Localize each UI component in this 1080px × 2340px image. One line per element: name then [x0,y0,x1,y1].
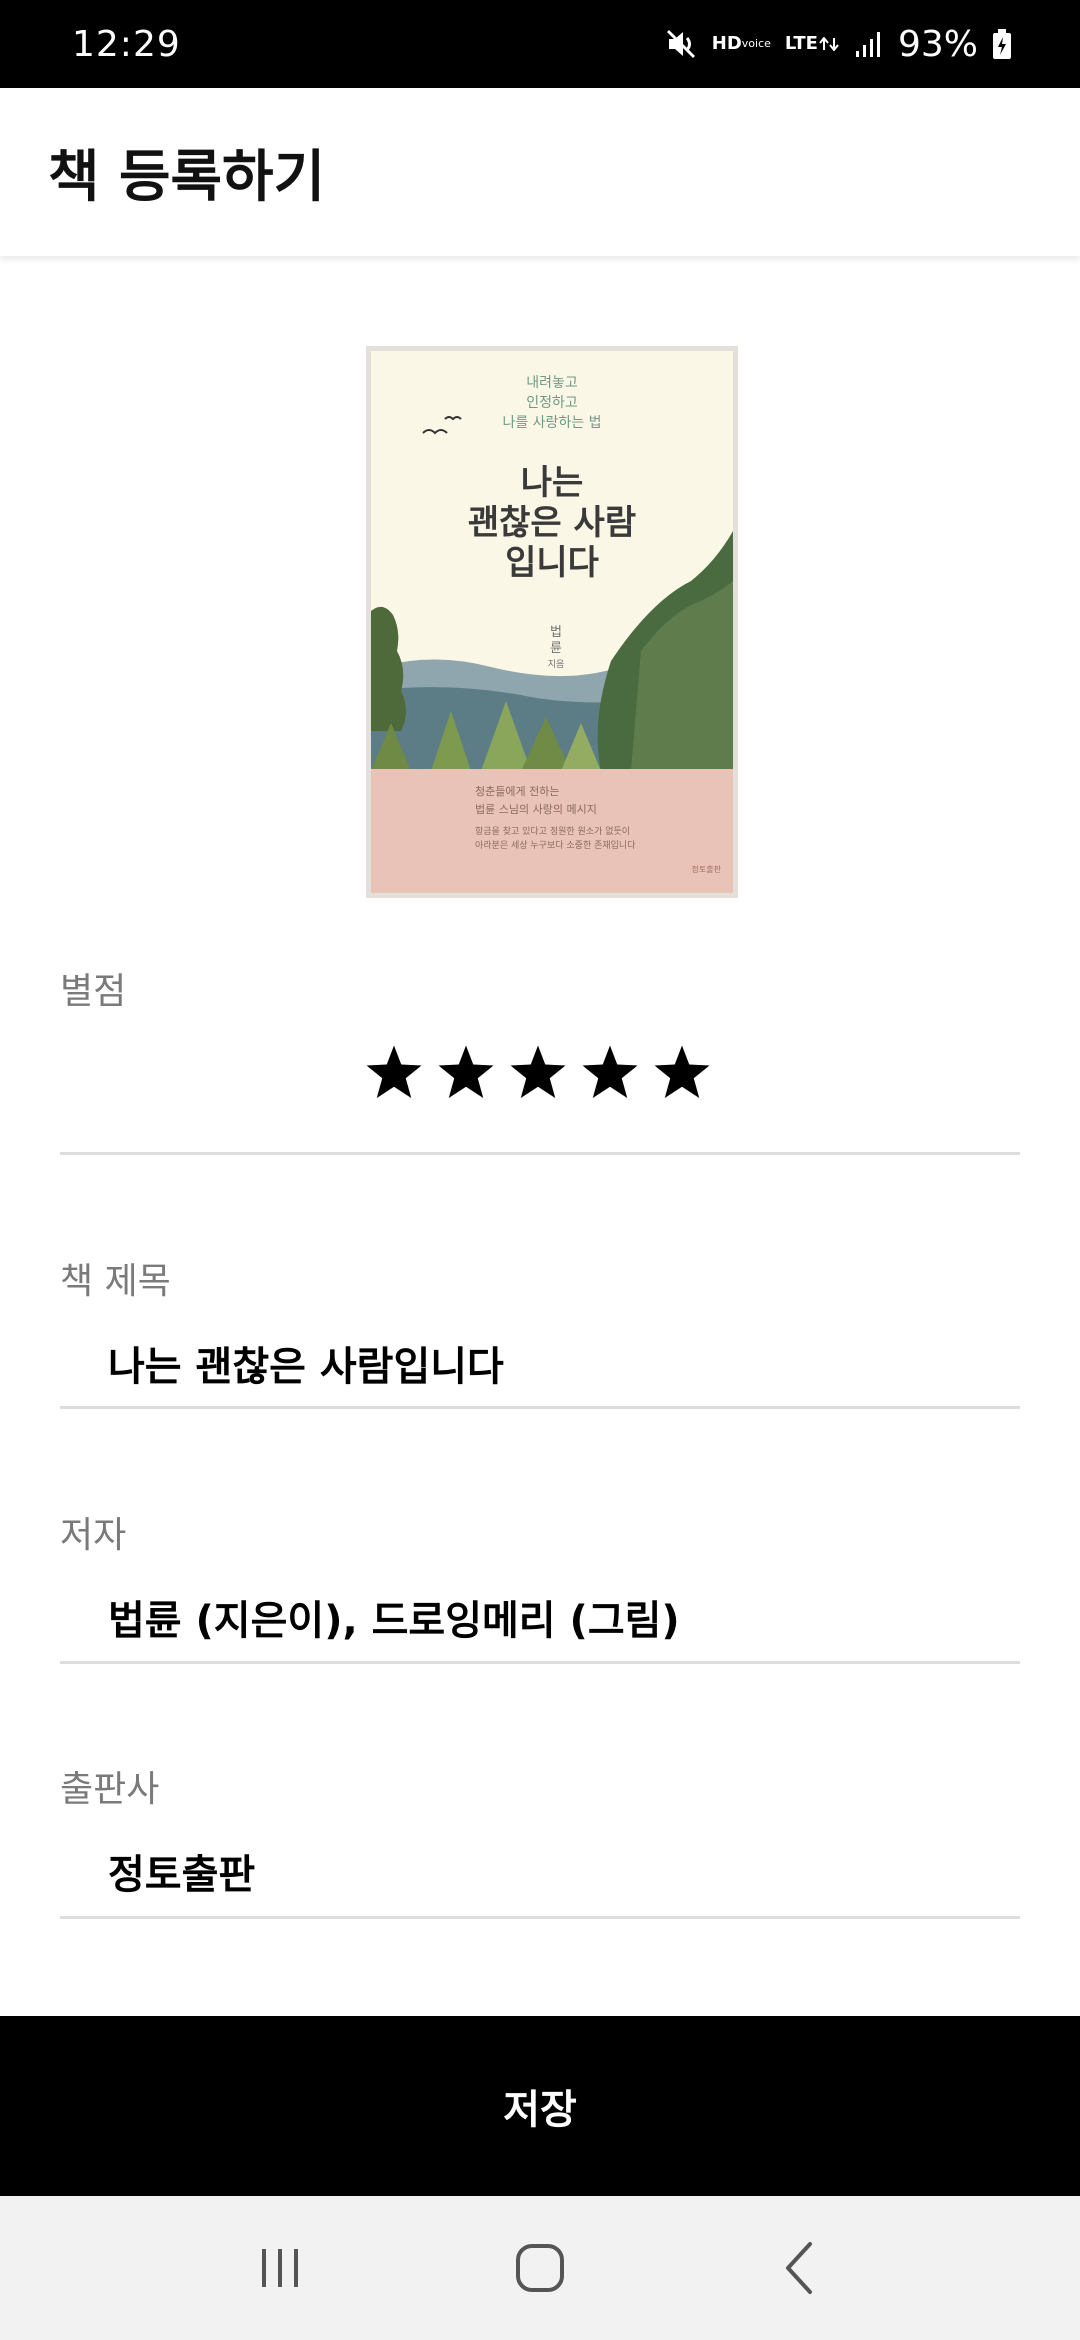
page-title: 책 등록하기 [48,144,326,210]
cover-title: 나는 괜찮은 사람 입니다 [371,463,733,583]
star-rating[interactable] [364,1044,712,1102]
cover-band-body: 항금을 찾고 있다고 정원한 원소가 없듯이 [475,827,631,837]
cover-author: 법 륜 지음 [545,625,567,673]
system-nav-bar [0,2196,1080,2340]
rating-label: 별점 [60,971,127,1012]
divider [60,1152,1020,1155]
cover-band-text: 청춘들에게 전하는 법륜 스님의 사랑의 메시지 항금을 찾고 있다고 정원한 … [475,783,715,853]
hd-sub-label: voice [741,37,771,50]
star-icon[interactable] [364,1044,424,1102]
status-icons: HD voice LTE 93% [664,24,1012,65]
mute-icon [664,27,698,61]
signal-icon [854,29,884,59]
recent-apps-icon[interactable] [220,2218,340,2318]
cover-subtitle-line: 내려놓고 [526,375,578,391]
publisher-field[interactable]: 정토출판 [108,1842,255,1900]
cover-author-line: 법 [550,625,562,640]
divider [60,1406,1020,1409]
cover-subtitle-line: 나를 사랑하는 법 [502,415,602,431]
lte-label: LTE [784,33,818,54]
cover-title-line: 입니다 [505,543,599,583]
hd-label: HD [711,33,742,54]
status-bar: 12:29 HD voice LTE 93% [0,0,1080,88]
title-field[interactable]: 나는 괜찮은 사람입니다 [108,1334,504,1392]
book-cover-image: 내려놓고 인정하고 나를 사랑하는 법 나는 괜찮은 사람 입니다 법 륜 지음… [366,346,738,898]
author-label: 저자 [60,1515,127,1556]
cover-band-heading: 법륜 스님의 사랑의 메시지 [475,803,597,816]
cover-band: 청춘들에게 전하는 법륜 스님의 사랑의 메시지 항금을 찾고 있다고 정원한 … [371,769,733,893]
status-time: 12:29 [72,23,181,65]
divider [60,1916,1020,1919]
hd-voice-icon: HD voice [711,33,771,54]
cover-band-body: 아라분은 세상 누구보다 소중한 존재입니다 [475,841,636,851]
divider [60,1661,1020,1664]
star-icon[interactable] [436,1044,496,1102]
battery-charging-icon [992,28,1012,60]
cover-title-line: 괜찮은 사람 [467,503,637,543]
cover-publisher: 정토출판 [691,865,721,874]
star-icon[interactable] [580,1044,640,1102]
home-icon[interactable] [480,2218,600,2318]
cover-title-line: 나는 [520,463,584,503]
publisher-label: 출판사 [60,1769,160,1810]
cover-author-line: 지음 [547,660,565,670]
cover-author-line: 륜 [550,641,562,656]
save-button[interactable]: 저장 [0,2016,1080,2196]
author-field[interactable]: 법륜 (지은이), 드로잉메리 (그림) [108,1588,680,1646]
book-register-screen: 12:29 HD voice LTE 93% 책 등록하기 내려놓고 인정하고 … [0,0,1080,2340]
cover-subtitle: 내려놓고 인정하고 나를 사랑하는 법 [371,373,733,433]
back-icon[interactable] [740,2218,860,2318]
cover-subtitle-line: 인정하고 [526,395,578,411]
title-label: 책 제목 [60,1261,171,1302]
star-icon[interactable] [508,1044,568,1102]
battery-percent: 93% [897,23,978,65]
cover-band-heading: 청춘들에게 전하는 [475,785,560,798]
lte-icon: LTE [784,33,840,54]
app-bar: 책 등록하기 [0,88,1080,256]
star-icon[interactable] [652,1044,712,1102]
